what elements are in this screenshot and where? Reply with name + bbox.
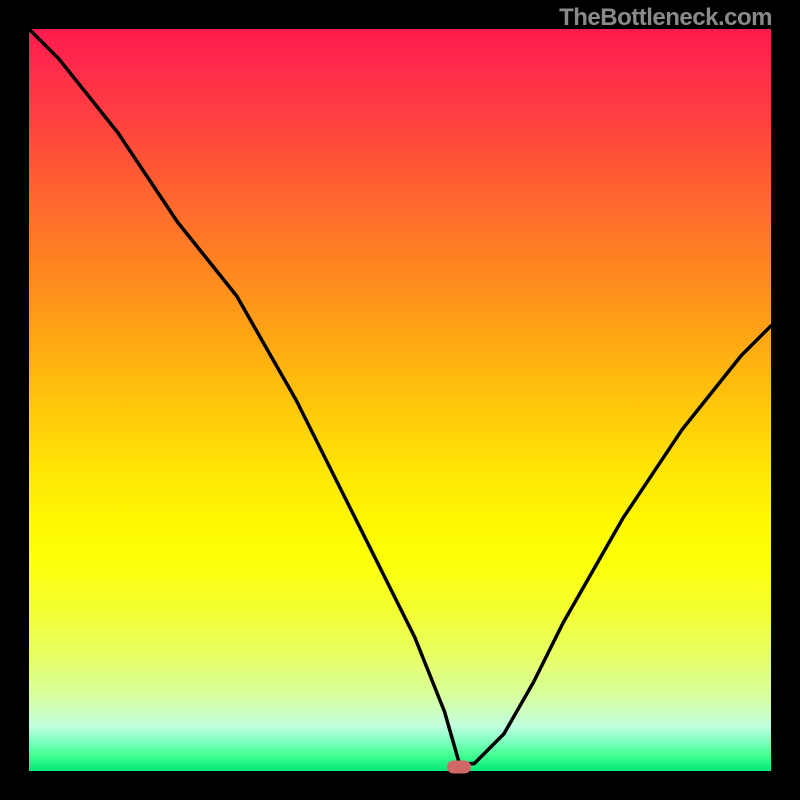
- bottleneck-curve: [29, 29, 771, 771]
- chart-container: TheBottleneck.com: [0, 0, 800, 800]
- attribution-label: TheBottleneck.com: [559, 4, 772, 32]
- optimal-marker: [447, 761, 471, 774]
- plot-area: [29, 29, 771, 771]
